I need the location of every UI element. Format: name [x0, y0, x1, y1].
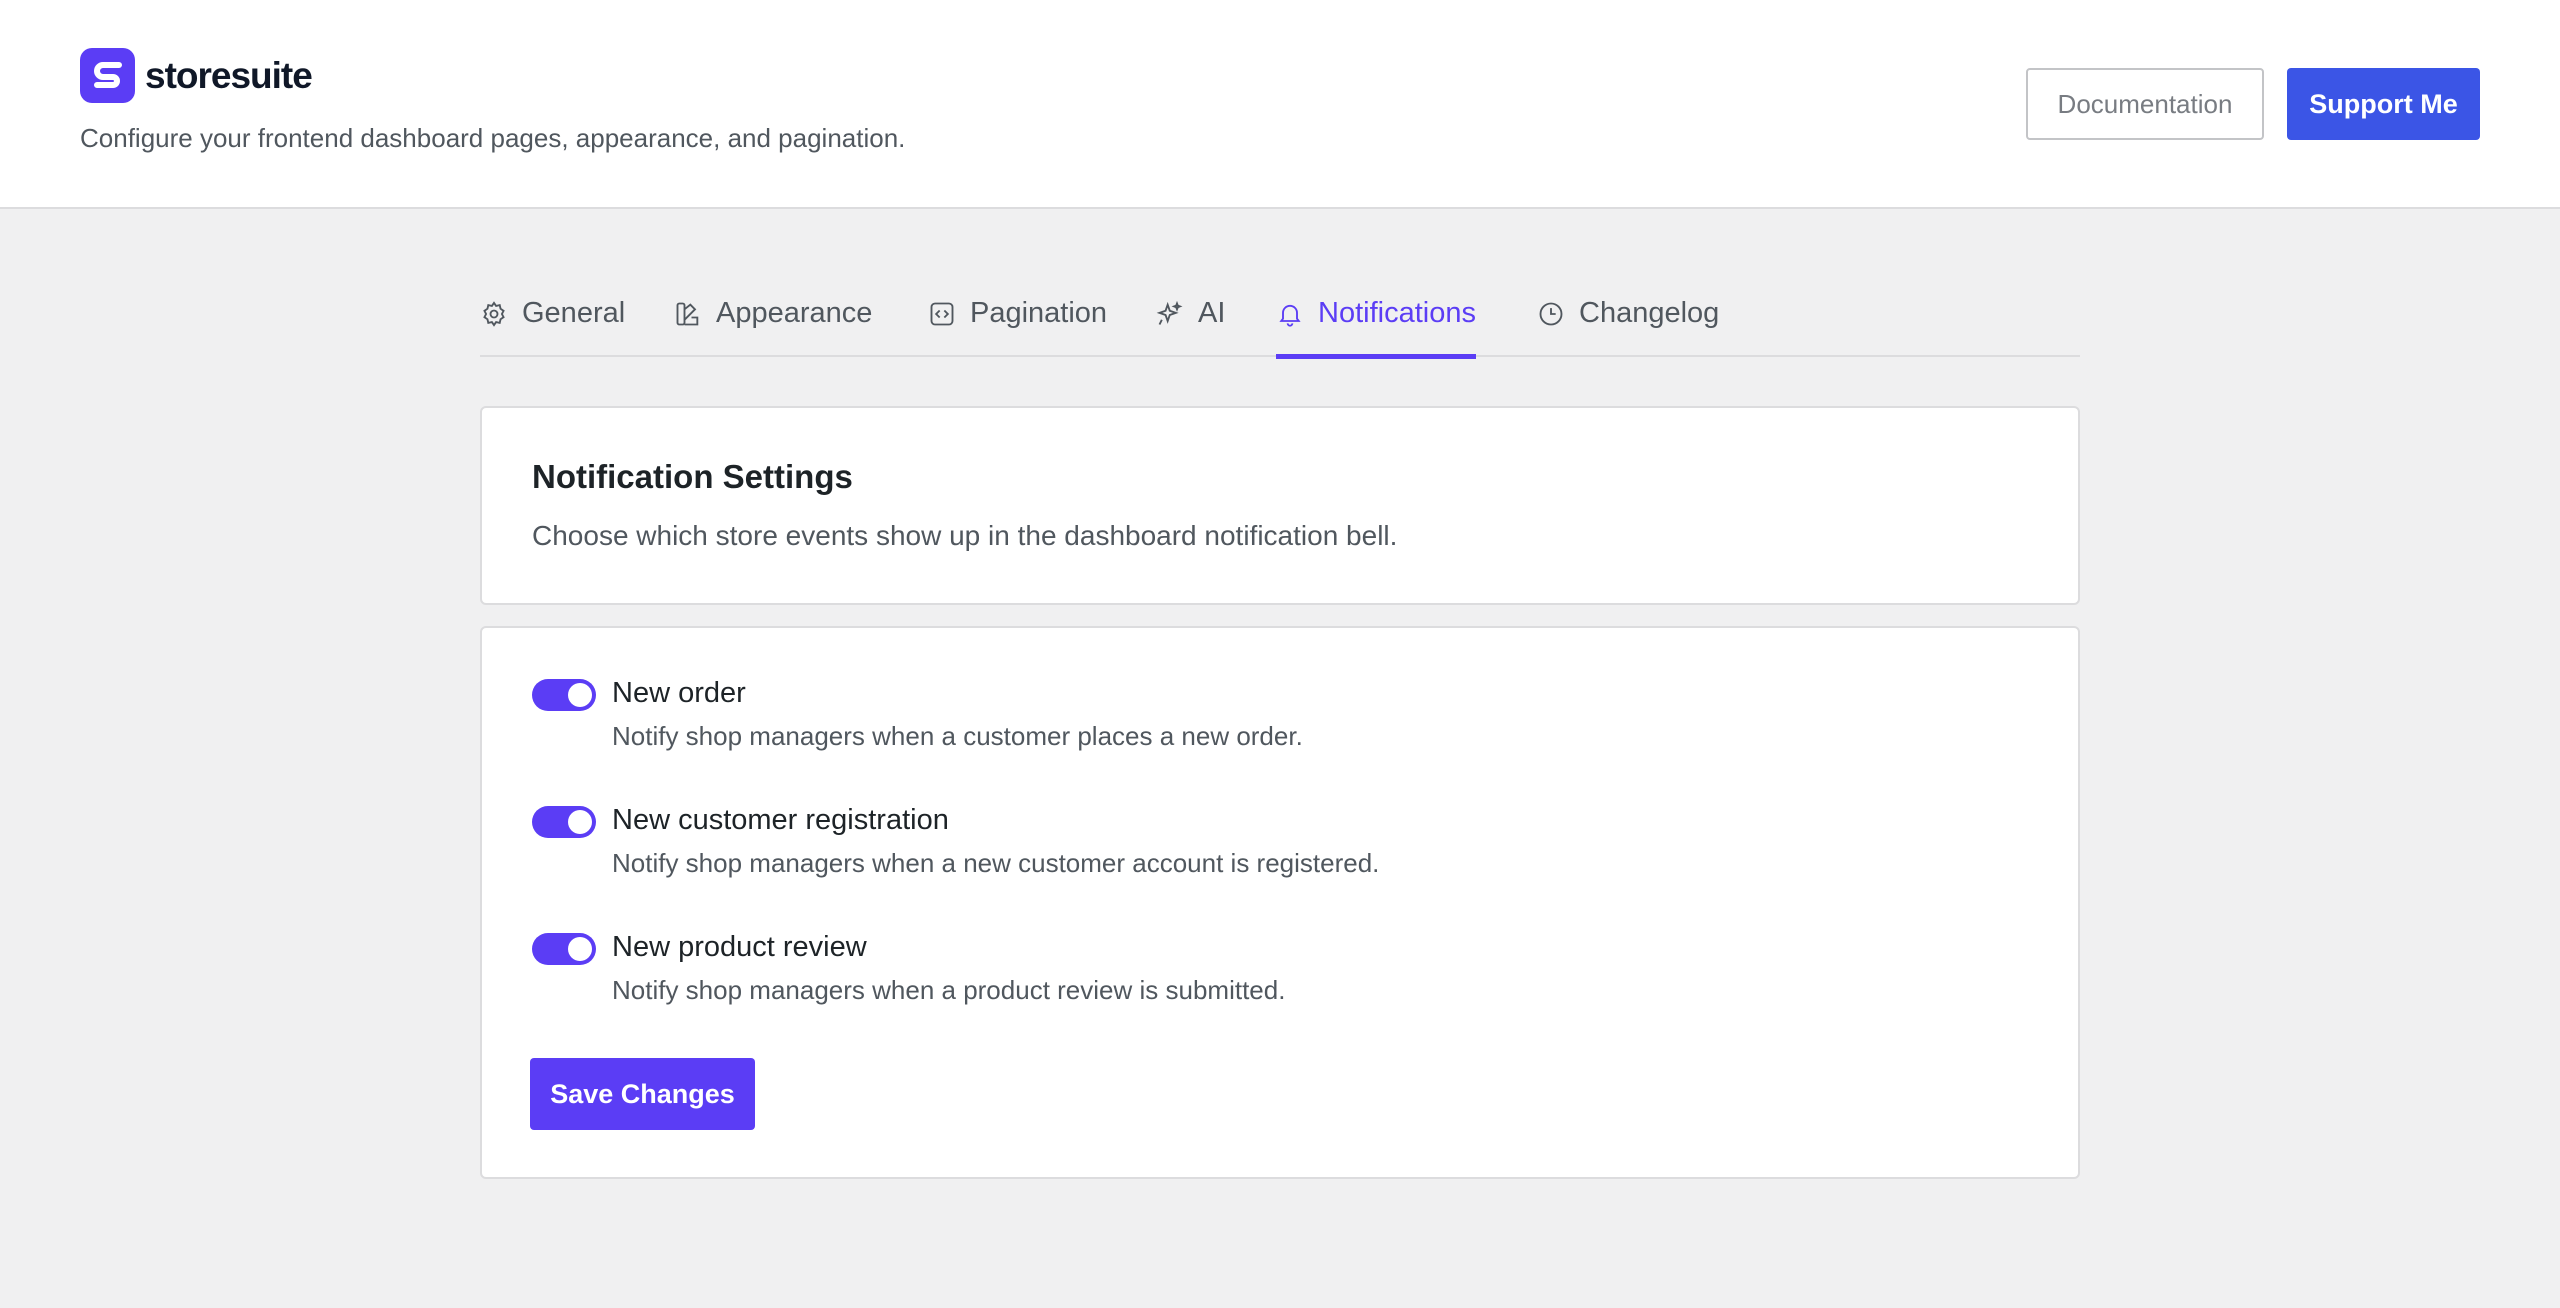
- tab-label: AI: [1198, 297, 1226, 329]
- notification-settings-header-card: Notification Settings Choose which store…: [480, 406, 2080, 605]
- support-me-button[interactable]: Support Me: [2287, 68, 2480, 140]
- save-changes-button[interactable]: Save Changes: [530, 1058, 755, 1130]
- new-order-toggle[interactable]: [532, 679, 596, 711]
- tab-label: Changelog: [1579, 297, 1720, 329]
- gear-icon: [483, 300, 505, 327]
- palette-icon: [676, 302, 699, 325]
- option-description: Notify shop managers when a product revi…: [612, 975, 1286, 1005]
- option-description: Notify shop managers when a new customer…: [612, 848, 1380, 878]
- page-subtitle: Configure your frontend dashboard pages,…: [80, 123, 906, 153]
- option-label: New customer registration: [612, 804, 949, 836]
- code-icon: [930, 302, 954, 325]
- documentation-button[interactable]: Documentation: [2026, 68, 2264, 140]
- storesuite-logo-icon: [80, 48, 135, 103]
- brand-name: storesuite: [145, 54, 313, 96]
- new-customer-registration-toggle[interactable]: [532, 806, 596, 838]
- tab-ai[interactable]: AI: [1156, 270, 1225, 357]
- section-title: Notification Settings: [532, 458, 853, 495]
- toggle-knob: [568, 937, 592, 961]
- option-label: New order: [612, 677, 746, 709]
- toggle-knob: [568, 683, 592, 707]
- tab-notifications[interactable]: Notifications: [1276, 270, 1476, 359]
- tab-label: Appearance: [716, 297, 873, 329]
- tab-appearance[interactable]: Appearance: [674, 270, 872, 357]
- tab-changelog[interactable]: Changelog: [1537, 270, 1719, 357]
- toggle-knob: [568, 810, 592, 834]
- section-description: Choose which store events show up in the…: [532, 520, 1398, 551]
- option-label: New product review: [612, 931, 867, 963]
- top-header: storesuite Configure your frontend dashb…: [0, 0, 2560, 209]
- tab-pagination[interactable]: Pagination: [928, 270, 1107, 357]
- settings-tabs: General Appearance Pagination AI Notific…: [480, 270, 2080, 359]
- bell-icon: [1279, 304, 1301, 327]
- tab-label: Pagination: [970, 297, 1108, 329]
- tab-label: General: [522, 297, 626, 329]
- sparkle-icon: [1156, 300, 1183, 325]
- option-description: Notify shop managers when a customer pla…: [612, 721, 1303, 751]
- tab-label: Notifications: [1318, 297, 1476, 329]
- brand: storesuite: [80, 48, 313, 103]
- notification-options-card: New order Notify shop managers when a cu…: [480, 626, 2080, 1179]
- new-product-review-toggle[interactable]: [532, 933, 596, 965]
- tab-general[interactable]: General: [480, 270, 625, 357]
- clock-icon: [1539, 302, 1563, 325]
